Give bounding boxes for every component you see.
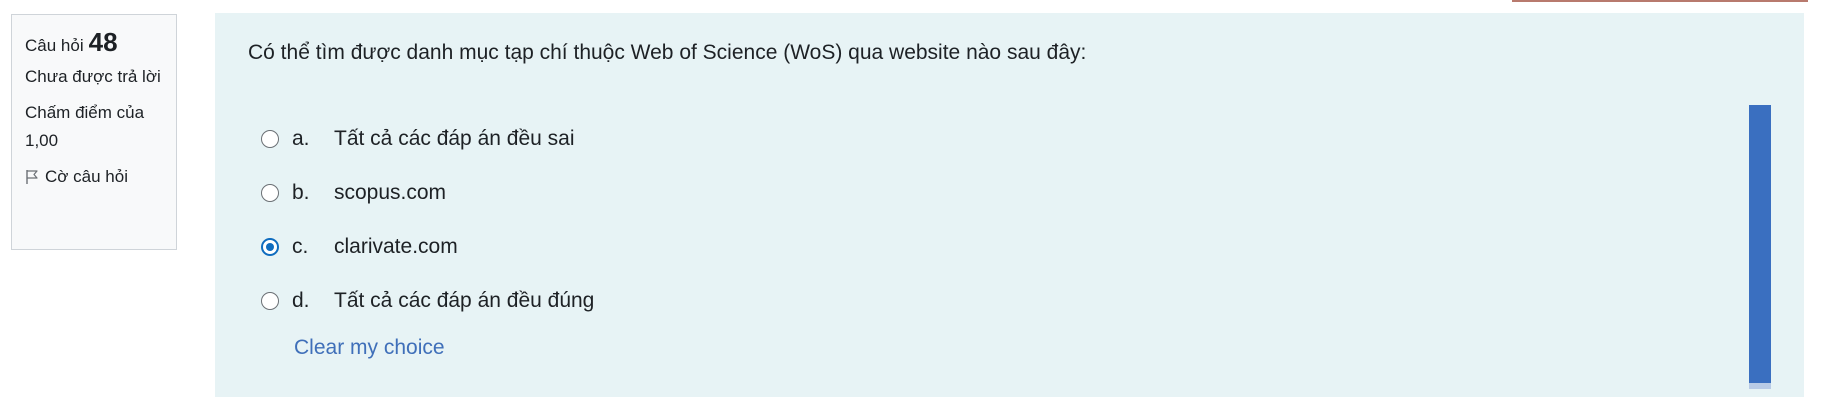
question-number: 48 <box>88 27 118 57</box>
answer-letter: d. <box>292 289 310 312</box>
flag-icon <box>25 169 39 185</box>
answer-option-a[interactable]: a. Tất cả các đáp án đều sai <box>261 112 594 166</box>
answer-letter: b. <box>292 181 310 204</box>
answer-option-b[interactable]: b. scopus.com <box>261 166 594 220</box>
grade-info: Chấm điểm của 1,00 <box>25 103 145 150</box>
radio-button[interactable] <box>261 292 279 310</box>
answer-letter: c. <box>292 235 309 258</box>
answer-text: scopus.com <box>334 181 447 204</box>
radio-button[interactable] <box>261 130 279 148</box>
question-info-box: Câu hỏi 48 Chưa được trả lời Chấm điểm c… <box>11 14 177 250</box>
answer-status: Chưa được trả lời <box>25 67 161 86</box>
question-label: Câu hỏi <box>25 36 84 55</box>
radio-button-selected[interactable] <box>261 238 279 256</box>
flag-question-button[interactable]: Cờ câu hỏi <box>25 167 166 187</box>
answer-option-d[interactable]: d. Tất cả các đáp án đều đúng <box>261 274 594 328</box>
page: Câu hỏi 48 Chưa được trả lời Chấm điểm c… <box>0 0 1824 408</box>
answer-text: Tất cả các đáp án đều đúng <box>334 289 595 312</box>
top-accent-line <box>1512 0 1808 2</box>
question-text: Có thể tìm được danh mục tạp chí thuộc W… <box>248 41 1087 64</box>
question-panel: Có thể tìm được danh mục tạp chí thuộc W… <box>215 13 1804 397</box>
question-number-line: Câu hỏi 48 <box>25 27 166 61</box>
clear-choice-link[interactable]: Clear my choice <box>294 336 445 360</box>
answer-option-c[interactable]: c. clarivate.com <box>261 220 594 274</box>
answer-list: a. Tất cả các đáp án đều sai b. scopus.c… <box>261 112 594 328</box>
scrollbar[interactable] <box>1749 105 1771 389</box>
radio-button[interactable] <box>261 184 279 202</box>
answer-letter: a. <box>292 127 310 150</box>
answer-text: clarivate.com <box>334 235 458 258</box>
answer-text: Tất cả các đáp án đều sai <box>334 127 575 150</box>
flag-label: Cờ câu hỏi <box>45 167 128 186</box>
